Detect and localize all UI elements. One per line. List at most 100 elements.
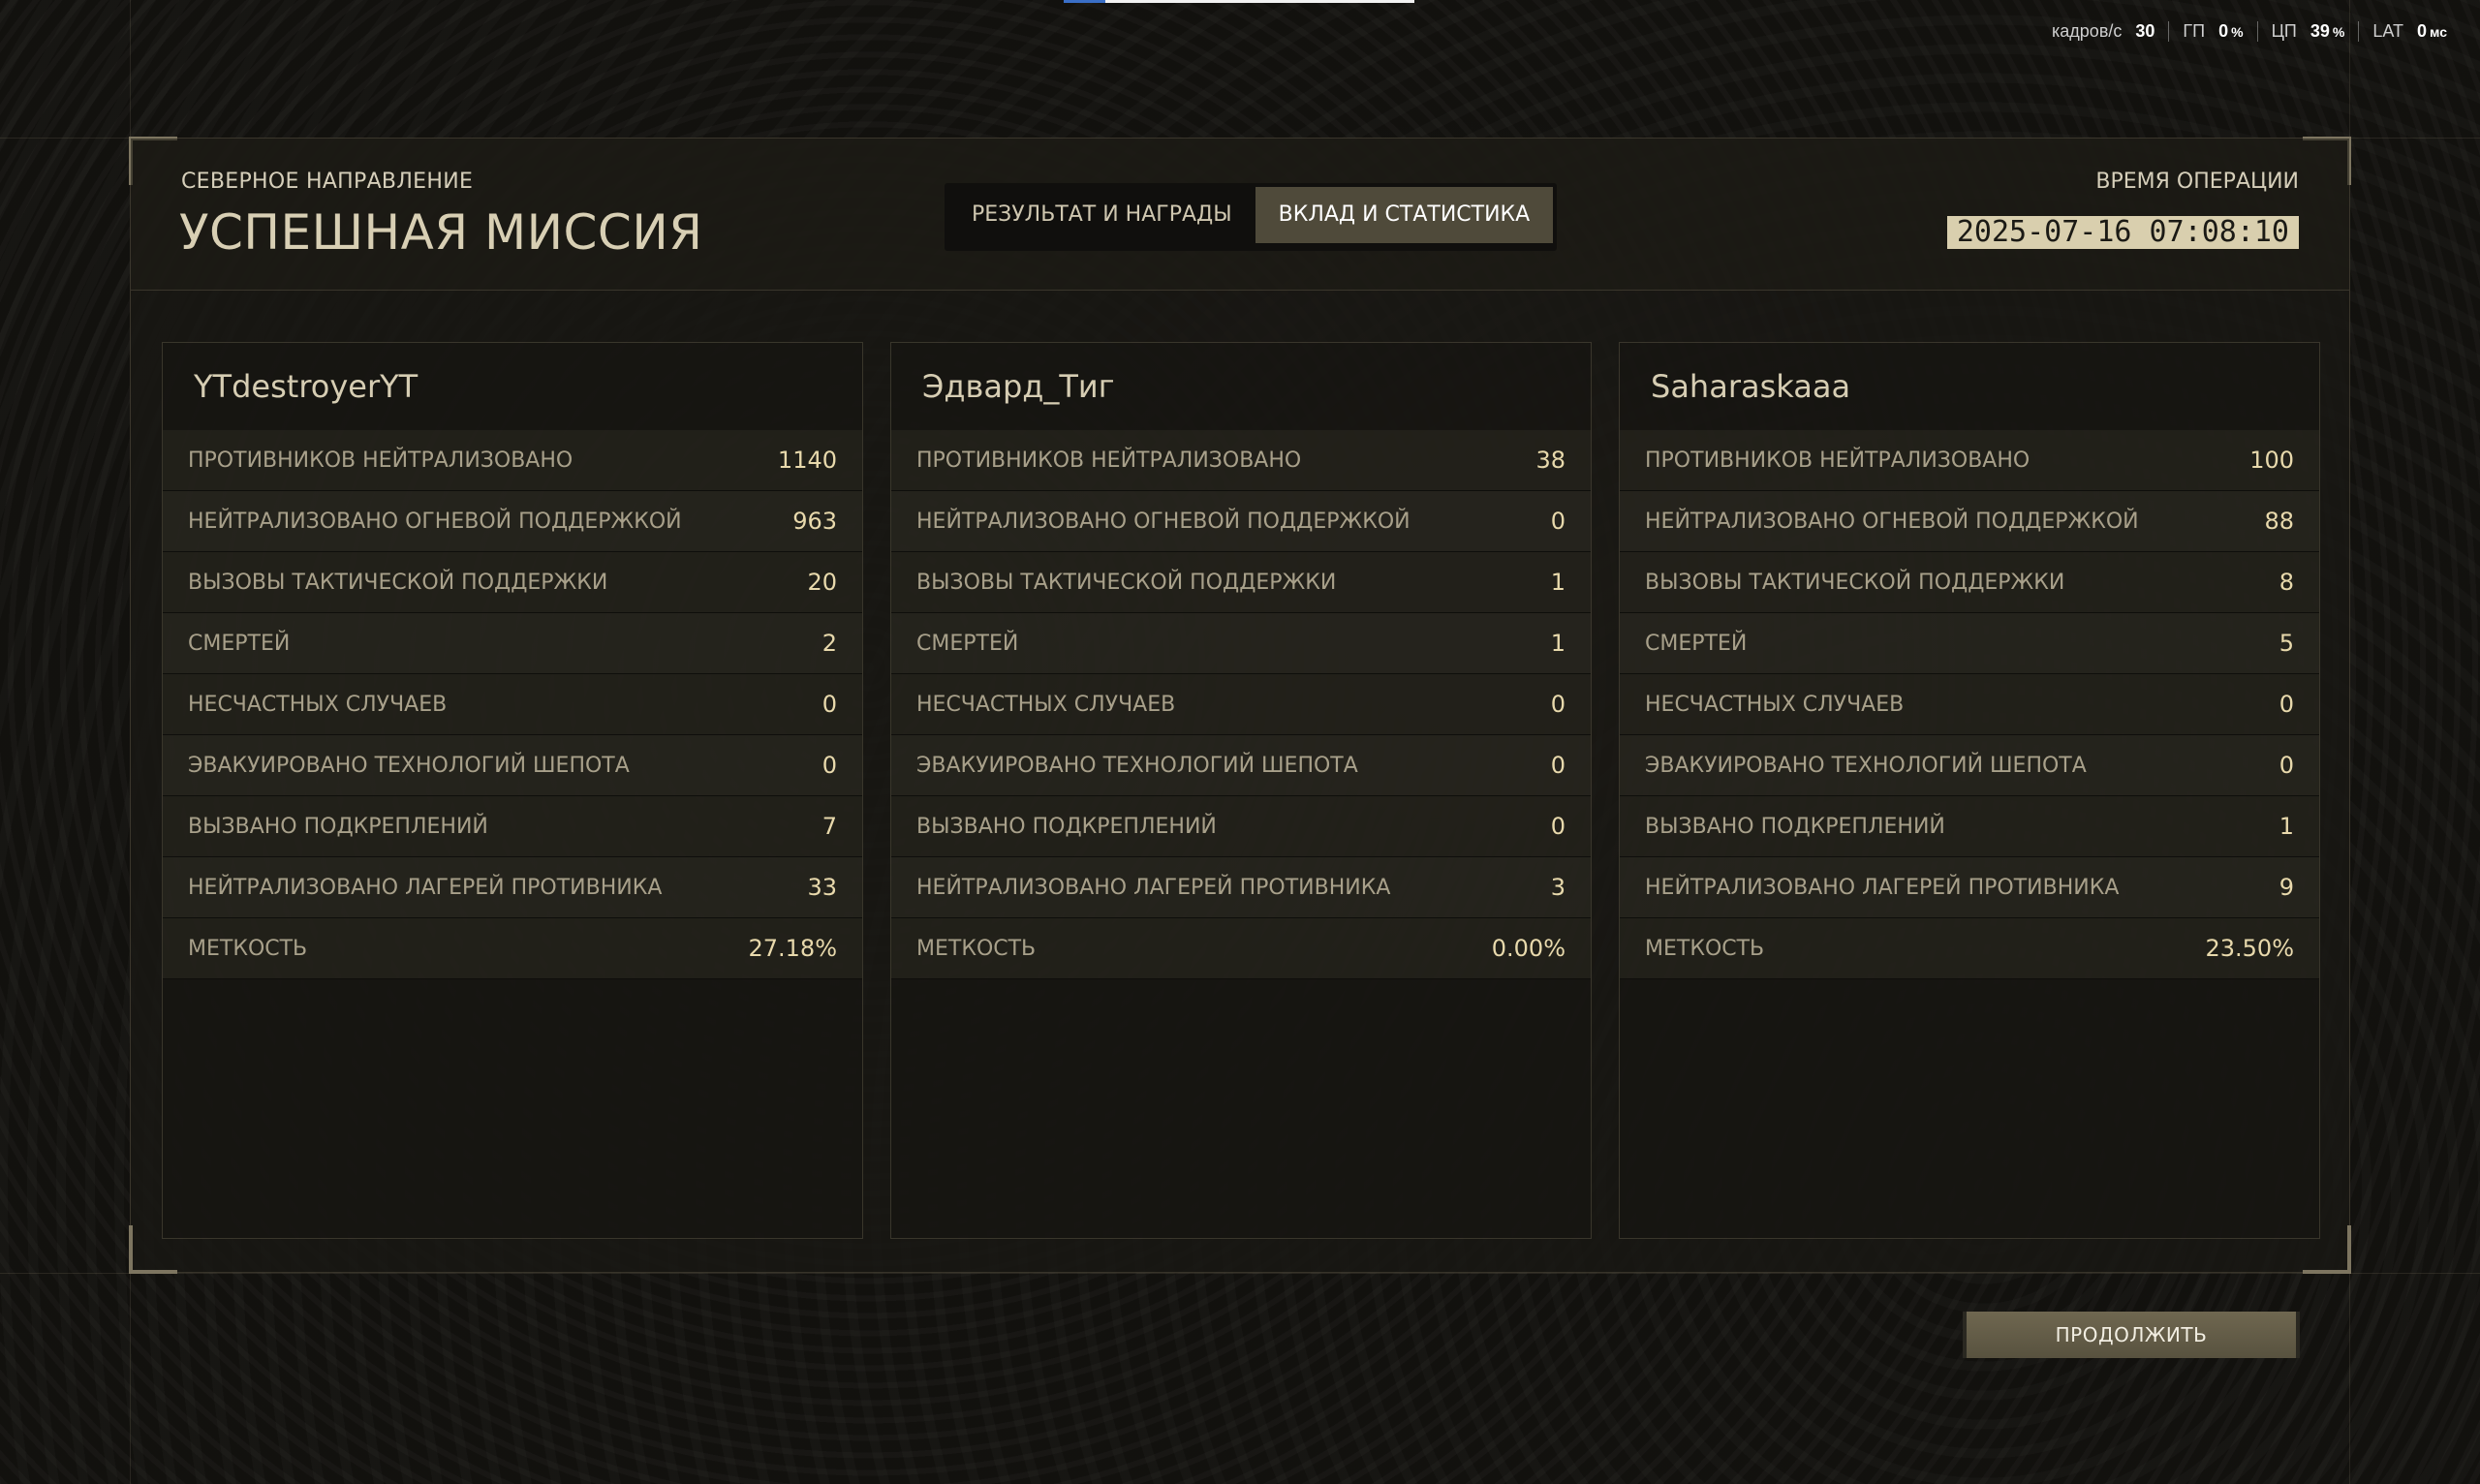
stat-value: 100 (2249, 447, 2294, 474)
stat-row: Несчастных случаев 0 (1620, 674, 2319, 735)
stat-row: Смертей 5 (1620, 613, 2319, 674)
perf-gpu: ГП 0 % (2168, 21, 2256, 42)
stat-row: Нейтрализовано огневой поддержкой 0 (891, 491, 1591, 552)
stat-value: 5 (2278, 630, 2294, 657)
tab-contribution-stats[interactable]: ВКЛАД И СТАТИСТИКА (1255, 187, 1554, 243)
perf-latency-unit: мс (2430, 24, 2447, 40)
stat-row: Вызовы тактической поддержки 1 (891, 552, 1591, 613)
stat-label: Вызовы тактической поддержки (188, 570, 608, 595)
perf-latency: LAT 0 мс (2358, 21, 2461, 42)
stat-label: Несчастных случаев (916, 692, 1176, 717)
stat-value: 8 (2278, 569, 2294, 596)
stat-row: Эвакуировано технологий шепота 0 (1620, 735, 2319, 796)
stat-row: Эвакуировано технологий шепота 0 (891, 735, 1591, 796)
stat-label: Эвакуировано технологий шепота (1645, 753, 2087, 778)
tab-bar: РЕЗУЛЬТАТ И НАГРАДЫ ВКЛАД И СТАТИСТИКА (945, 183, 1558, 251)
stat-row: Меткость 0.00% (891, 918, 1591, 979)
player-name: Saharaskaaa (1651, 368, 1851, 405)
stat-label: Нейтрализовано лагерей противника (188, 875, 663, 900)
perf-gpu-label: ГП (2183, 21, 2206, 41)
stat-row: Нейтрализовано огневой поддержкой 88 (1620, 491, 2319, 552)
perf-gpu-value: 0 (2218, 21, 2229, 41)
stat-label: Нейтрализовано лагерей противника (1645, 875, 2120, 900)
stat-row: Противников нейтрализовано 38 (891, 430, 1591, 491)
stat-label: Вызовы тактической поддержки (916, 570, 1337, 595)
stat-label: Нейтрализовано огневой поддержкой (188, 509, 682, 534)
stat-label: Эвакуировано технологий шепота (916, 753, 1358, 778)
stats-list: Противников нейтрализовано 38 Нейтрализов… (891, 430, 1591, 979)
stat-row: Меткость 27.18% (163, 918, 862, 979)
stat-value: 0 (1550, 691, 1566, 718)
perf-fps: кадров/с 30 (2038, 21, 2168, 42)
stat-row: Несчастных случаев 0 (163, 674, 862, 735)
stat-label: Несчастных случаев (1645, 692, 1905, 717)
stat-value: 88 (2264, 508, 2294, 535)
stat-value: 0 (2278, 752, 2294, 779)
stat-label: Нейтрализовано огневой поддержкой (1645, 509, 2139, 534)
operation-time-label: ВРЕМЯ ОПЕРАЦИИ (2095, 170, 2299, 194)
stat-label: Вызвано подкреплений (916, 814, 1217, 839)
perf-fps-value: 30 (2135, 21, 2155, 41)
stat-label: Вызвано подкреплений (188, 814, 488, 839)
perf-latency-value: 0 (2417, 21, 2428, 41)
stat-value: 3 (1550, 874, 1566, 901)
stat-value: 0 (822, 752, 837, 779)
stat-label: Меткость (916, 936, 1037, 961)
perf-cpu: ЦП 39 % (2256, 21, 2359, 42)
loading-progress-bar (1064, 0, 1414, 3)
perf-cpu-label: ЦП (2271, 21, 2297, 41)
stat-row: Вызвано подкреплений 7 (163, 796, 862, 857)
stat-value: 1140 (777, 447, 837, 474)
stat-row: Вызовы тактической поддержки 20 (163, 552, 862, 613)
stat-label: Противников нейтрализовано (916, 448, 1302, 473)
perf-cpu-unit: % (2332, 24, 2345, 40)
mission-header: СЕВЕРНОЕ НАПРАВЛЕНИЕ УСПЕШНАЯ МИССИЯ РЕЗ… (131, 139, 2349, 291)
stat-value: 7 (822, 813, 837, 840)
stat-row: Несчастных случаев 0 (891, 674, 1591, 735)
mission-direction: СЕВЕРНОЕ НАПРАВЛЕНИЕ (181, 170, 474, 194)
player-card: Saharaskaaa Противников нейтрализовано 10… (1619, 342, 2320, 1239)
stat-value: 0 (822, 691, 837, 718)
stat-label: Нейтрализовано лагерей противника (916, 875, 1391, 900)
stat-label: Меткость (188, 936, 308, 961)
stat-value: 20 (807, 569, 837, 596)
stat-label: Противников нейтрализовано (188, 448, 574, 473)
stat-row: Противников нейтрализовано 1140 (163, 430, 862, 491)
stat-row: Вызовы тактической поддержки 8 (1620, 552, 2319, 613)
player-card: YTdestroyerYT Противников нейтрализовано… (162, 342, 863, 1239)
perf-gpu-unit: % (2231, 24, 2244, 40)
perf-cpu-value: 39 (2310, 21, 2330, 41)
stat-value: 0 (1550, 752, 1566, 779)
stat-row: Нейтрализовано огневой поддержкой 963 (163, 491, 862, 552)
stat-label: Противников нейтрализовано (1645, 448, 2030, 473)
stats-list: Противников нейтрализовано 100 Нейтрализо… (1620, 430, 2319, 979)
stat-value: 33 (807, 874, 837, 901)
stat-value: 0.00% (1491, 935, 1566, 962)
stat-label: Эвакуировано технологий шепота (188, 753, 630, 778)
perf-latency-label: LAT (2372, 21, 2404, 41)
tab-results-rewards[interactable]: РЕЗУЛЬТАТ И НАГРАДЫ (948, 187, 1256, 243)
stat-value: 0 (1550, 508, 1566, 535)
mission-result-title: УСПЕШНАЯ МИССИЯ (179, 204, 703, 261)
stat-value: 1 (1550, 569, 1566, 596)
stat-row: Эвакуировано технологий шепота 0 (163, 735, 862, 796)
stat-row: Нейтрализовано лагерей противника 9 (1620, 857, 2319, 918)
operation-time-value: 2025-07-16 07:08:10 (1946, 216, 2299, 249)
player-stats-cards: YTdestroyerYT Противников нейтрализовано… (162, 342, 2320, 1239)
performance-overlay: кадров/с 30 ГП 0 % ЦП 39 % LAT 0 мс (2038, 21, 2461, 42)
continue-button[interactable]: ПРОДОЛЖИТЬ (1963, 1312, 2300, 1358)
stat-value: 23.50% (2205, 935, 2294, 962)
stat-value: 0 (1550, 813, 1566, 840)
loading-progress-fill (1064, 0, 1106, 3)
stat-label: Смертей (916, 631, 1019, 656)
stat-label: Смертей (1645, 631, 1748, 656)
stat-label: Вызовы тактической поддержки (1645, 570, 2065, 595)
stat-row: Вызвано подкреплений 1 (1620, 796, 2319, 857)
player-name: YTdestroyerYT (194, 368, 418, 405)
stat-row: Смертей 1 (891, 613, 1591, 674)
stat-value: 27.18% (748, 935, 837, 962)
mission-summary-panel: СЕВЕРНОЕ НАПРАВЛЕНИЕ УСПЕШНАЯ МИССИЯ РЕЗ… (129, 137, 2351, 1274)
stat-label: Вызвано подкреплений (1645, 814, 1945, 839)
frame-line-bottom (0, 1273, 2480, 1274)
stat-value: 1 (1550, 630, 1566, 657)
